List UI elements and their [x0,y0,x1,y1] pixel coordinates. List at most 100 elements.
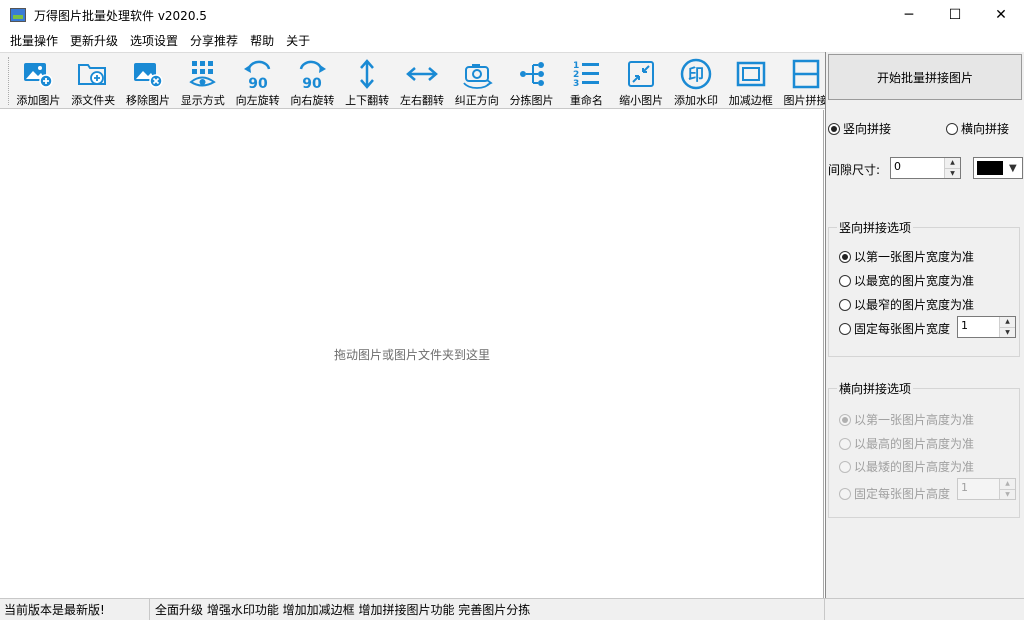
sort-images-icon [519,62,544,86]
fixed-height-stepper[interactable]: 1 ▲ ▼ [957,478,1016,500]
gap-size-up-icon[interactable]: ▲ [945,158,960,168]
rotate-left-glyph: 90 [248,76,268,91]
display-mode-button[interactable]: 显示方式 [175,53,230,108]
horizontal-option-first-height[interactable]: 以第一张图片高度为准 [839,411,974,428]
flip-horizontal-label: 左右翻转 [399,94,444,107]
vertical-option-narrowest[interactable]: 以最窄的图片宽度为准 [839,296,974,313]
rename-label: 重命名 [569,94,603,107]
horizontal-option-fixed-height[interactable]: 固定每张图片高度 [839,485,950,502]
gap-color-swatch [977,161,1003,175]
add-folder-button[interactable]: 添文件夹 [66,53,121,108]
horizontal-option-fixed-height-radio[interactable] [839,487,851,500]
rotate-right-label: 向右旋转 [290,94,335,107]
shrink-image-button[interactable]: 缩小图片 [614,53,669,108]
menu-share[interactable]: 分享推荐 [184,30,244,52]
vertical-option-widest[interactable]: 以最宽的图片宽度为准 [839,272,974,289]
vertical-options-group: 竖向拼接选项 以第一张图片宽度为准 以最宽的图片宽度为准 以最窄的图片宽度为准 … [828,219,1020,357]
vertical-stitch-label: 竖向拼接 [843,122,892,136]
flip-vertical-label: 上下翻转 [345,94,390,107]
flip-vertical-icon [360,59,375,89]
horizontal-option-first-height-radio[interactable] [839,413,851,426]
menu-batch-ops[interactable]: 批量操作 [4,30,64,52]
vertical-option-widest-label: 以最宽的图片宽度为准 [854,274,975,288]
app-icon [10,8,26,22]
remove-image-icon [133,63,163,88]
rotate-left-button[interactable]: 90 向左旋转 [230,53,285,108]
correct-orientation-label: 纠正方向 [454,94,499,107]
minimize-button[interactable]: ─ [886,0,932,30]
flip-vertical-button[interactable]: 上下翻转 [340,53,395,108]
vertical-options-title: 竖向拼接选项 [837,219,914,236]
menu-bar: 批量操作 更新升级 选项设置 分享推荐 帮助 关于 [0,30,1024,52]
horizontal-options-title: 横向拼接选项 [837,380,914,397]
rotate-left-label: 向左旋转 [235,94,280,107]
drop-hint: 拖动图片或图片文件夹到这里 [333,347,490,362]
fixed-width-up-icon[interactable]: ▲ [1000,317,1015,327]
sort-images-label: 分拣图片 [509,94,554,107]
horizontal-stitch-label: 横向拼接 [961,122,1010,136]
svg-text:3: 3 [573,79,579,89]
horizontal-option-shortest-radio[interactable] [839,460,851,473]
sort-images-button[interactable]: 分拣图片 [504,53,559,108]
menu-about[interactable]: 关于 [280,30,316,52]
correct-orientation-button[interactable]: 纠正方向 [449,53,504,108]
rotate-right-button[interactable]: 90 向右旋转 [285,53,340,108]
close-button[interactable]: ✕ [978,0,1024,30]
vertical-stitch-radio[interactable] [828,122,840,135]
menu-update[interactable]: 更新升级 [64,30,124,52]
stitch-button[interactable]: 图片拼接 [778,53,825,108]
maximize-button[interactable]: ☐ [932,0,978,30]
vertical-option-narrowest-radio[interactable] [839,298,851,311]
border-button[interactable]: 加减边框 [723,53,778,108]
remove-image-label: 移除图片 [125,94,170,107]
gap-size-down-icon[interactable]: ▼ [945,167,960,178]
watermark-icon: 印 [680,58,712,90]
add-image-button[interactable]: 添加图片 [11,53,66,108]
horizontal-option-tallest[interactable]: 以最高的图片高度为准 [839,435,974,452]
gap-size-value[interactable]: 0 [891,158,944,178]
stitch-icon [792,59,819,89]
flip-horizontal-button[interactable]: 左右翻转 [395,53,450,108]
add-image-icon [24,63,54,88]
fixed-width-value[interactable]: 1 [958,317,999,337]
watermark-label: 添加水印 [673,94,718,107]
watermark-button[interactable]: 印 添加水印 [669,53,724,108]
rotate-left-icon: 90 [243,60,270,91]
menu-options[interactable]: 选项设置 [124,30,184,52]
horizontal-option-tallest-radio[interactable] [839,437,851,450]
gap-size-label: 间隙尺寸: [828,163,881,177]
gap-size-stepper[interactable]: 0 ▲ ▼ [890,157,961,179]
horizontal-options-group: 横向拼接选项 以第一张图片高度为准 以最高的图片高度为准 以最矮的图片高度为准 … [828,380,1020,518]
gap-color-picker[interactable]: ▼ [973,157,1023,179]
image-drop-area[interactable]: 拖动图片或图片文件夹到这里 [1,110,824,598]
flip-horizontal-icon [406,67,438,81]
fixed-height-up-icon[interactable]: ▲ [1000,479,1015,489]
window-title: 万得图片批量处理软件 v2020.5 [34,8,207,23]
add-folder-label: 添文件夹 [71,94,116,107]
vertical-option-first-width[interactable]: 以第一张图片宽度为准 [839,248,974,265]
remove-image-button[interactable]: 移除图片 [121,53,176,108]
fixed-height-value[interactable]: 1 [958,479,999,499]
stitch-label: 图片拼接 [783,94,825,107]
version-status: 当前版本是最新版! [0,598,150,620]
rotate-right-glyph: 90 [303,76,323,91]
chevron-down-icon[interactable]: ▼ [1009,163,1017,174]
start-batch-stitch-button[interactable]: 开始批量拼接图片 [828,54,1022,100]
vertical-option-fixed-width[interactable]: 固定每张图片宽度 [839,320,950,337]
horizontal-option-shortest[interactable]: 以最矮的图片高度为准 [839,458,974,475]
vertical-option-fixed-width-label: 固定每张图片宽度 [854,322,951,336]
horizontal-option-shortest-label: 以最矮的图片高度为准 [854,460,975,474]
horizontal-option-fixed-height-label: 固定每张图片高度 [854,487,951,501]
add-folder-icon [78,64,107,85]
fixed-width-down-icon[interactable]: ▼ [1000,326,1015,337]
vertical-option-first-width-radio[interactable] [839,250,851,263]
fixed-height-down-icon[interactable]: ▼ [1000,488,1015,499]
menu-help[interactable]: 帮助 [244,30,280,52]
horizontal-stitch-radio[interactable] [946,122,958,135]
vertical-option-widest-radio[interactable] [839,274,851,287]
vertical-stitch-option[interactable]: 竖向拼接 [828,120,891,137]
rename-button[interactable]: 1 2 3 重命名 [559,53,614,108]
vertical-option-fixed-width-radio[interactable] [839,322,851,335]
horizontal-stitch-option[interactable]: 横向拼接 [946,120,1009,137]
fixed-width-stepper[interactable]: 1 ▲ ▼ [957,316,1016,338]
